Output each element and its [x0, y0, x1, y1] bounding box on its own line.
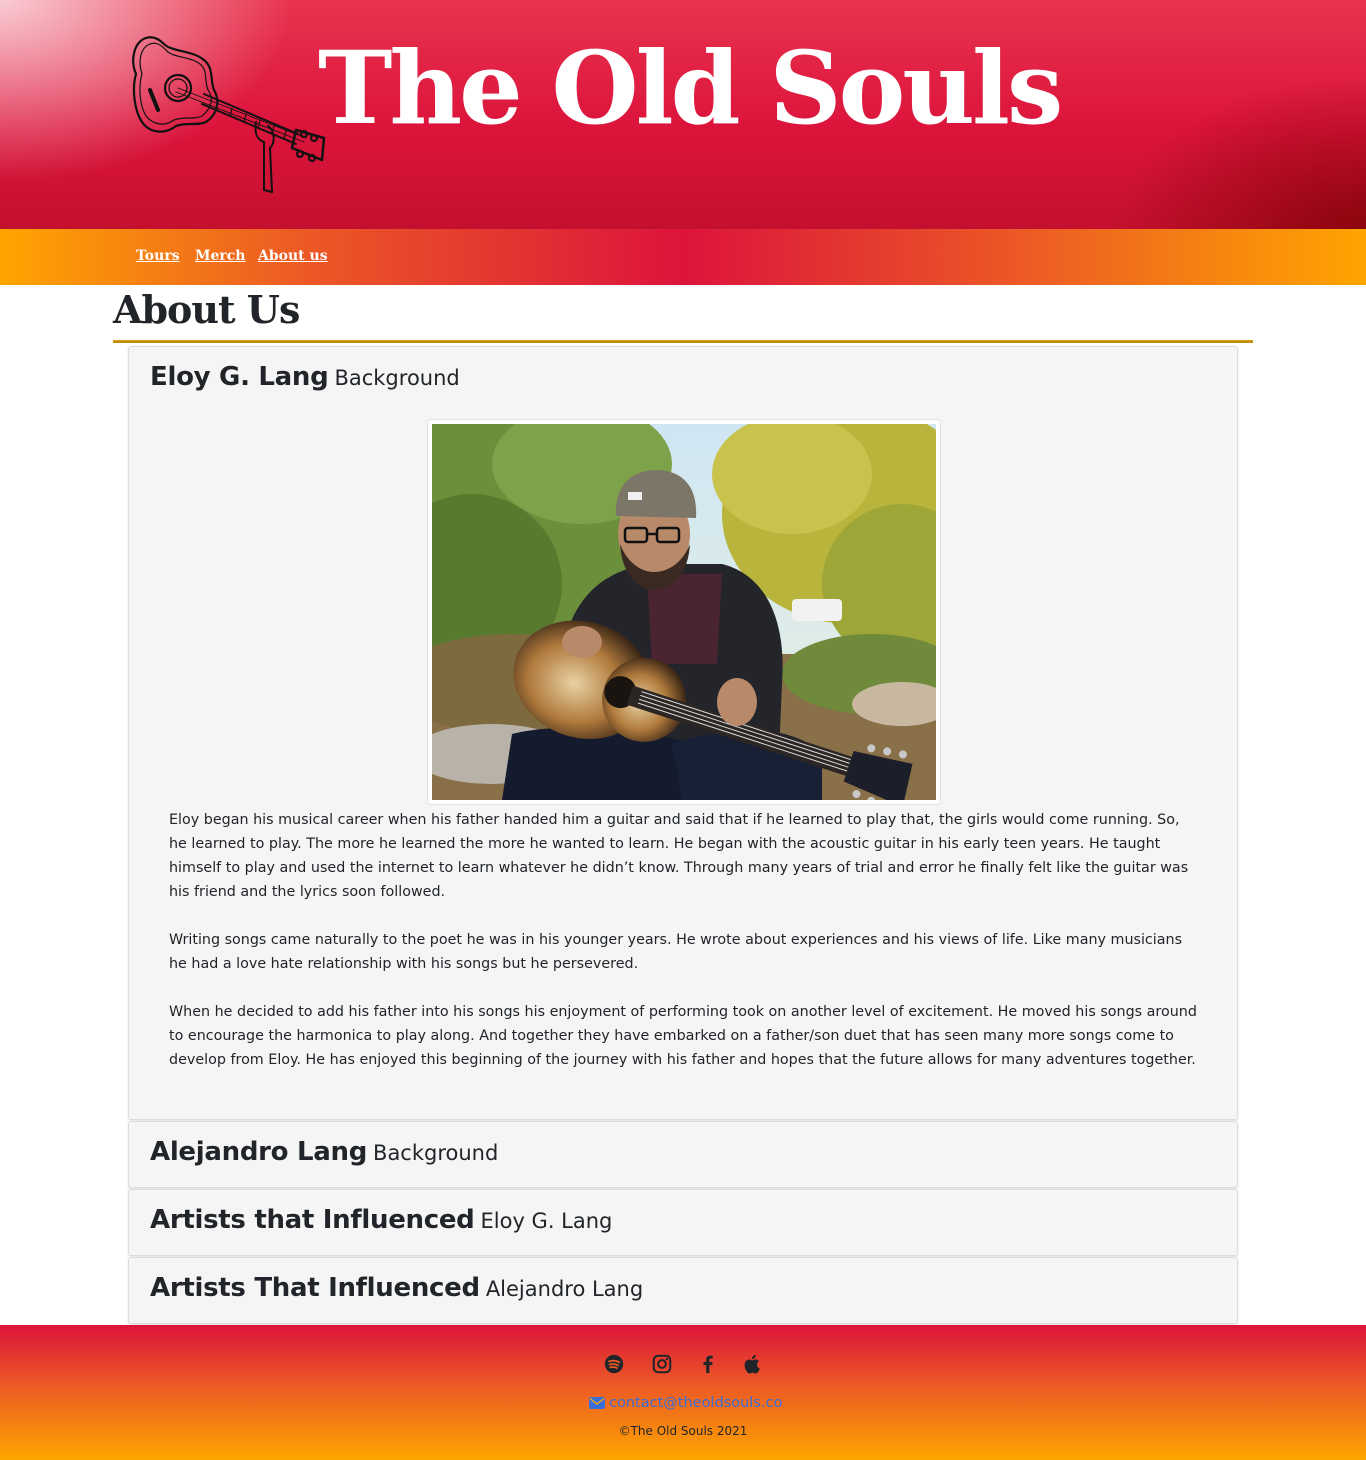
panel-subtitle: Background [373, 1141, 499, 1165]
heading-divider [113, 340, 1253, 343]
panel-subtitle: Eloy G. Lang [480, 1209, 613, 1233]
envelope-icon [589, 1397, 605, 1409]
main-nav: Tours Merch About us [0, 229, 1366, 285]
acoustic-guitar-icon[interactable] [128, 30, 328, 196]
panel-subtitle: Alejandro Lang [485, 1277, 644, 1301]
bio-paragraph: When he decided to add his father into h… [169, 1004, 1197, 1068]
bio-paragraph: Writing songs came naturally to the poet… [169, 932, 1183, 972]
accordion-header-alejandro-influences[interactable]: Artists That Influenced Alejandro Lang [150, 1272, 643, 1305]
accordion-header-eloy-background[interactable]: Eloy G. Lang Background [150, 361, 460, 394]
panel-subtitle: Background [334, 366, 460, 390]
nav-link-tours[interactable]: Tours [136, 248, 180, 264]
instagram-icon[interactable] [651, 1353, 673, 1375]
spotify-icon[interactable] [603, 1353, 625, 1375]
apple-icon[interactable] [742, 1353, 764, 1375]
accordion-panel-alejandro-influences: Artists That Influenced Alejandro Lang [128, 1257, 1238, 1324]
page-title: About Us [113, 287, 300, 332]
site-title: The Old Souls [318, 29, 1063, 147]
facebook-icon[interactable] [697, 1353, 719, 1375]
panel-title: Eloy G. Lang [150, 362, 329, 392]
contact-email: contact@theoldsouls.co [589, 1393, 782, 1413]
nav-link-merch[interactable]: Merch [195, 248, 245, 264]
man-with-acoustic-guitar-photo [432, 424, 936, 800]
eloy-photo [427, 419, 941, 805]
accordion-header-eloy-influences[interactable]: Artists that Influenced Eloy G. Lang [150, 1204, 612, 1237]
accordion-panel-eloy-background: Eloy G. Lang Background Eloy began his m… [128, 346, 1238, 1120]
copyright-text: ©The Old Souls 2021 [618, 1424, 748, 1438]
panel-title: Alejandro Lang [150, 1137, 368, 1167]
accordion-panel-alejandro-background: Alejandro Lang Background [128, 1121, 1238, 1188]
accordion-panel-eloy-influences: Artists that Influenced Eloy G. Lang [128, 1189, 1238, 1256]
panel-title: Artists that Influenced [150, 1205, 475, 1235]
site-footer: contact@theoldsouls.co ©The Old Souls 20… [0, 1325, 1366, 1460]
bio-paragraph: Eloy began his musical career when his f… [169, 812, 1189, 900]
nav-link-about-us[interactable]: About us [258, 248, 328, 264]
email-link[interactable]: contact@theoldsouls.co [609, 1395, 782, 1411]
site-header: The Old Souls [0, 0, 1366, 229]
panel-title: Artists That Influenced [150, 1273, 480, 1303]
accordion-header-alejandro-background[interactable]: Alejandro Lang Background [150, 1136, 498, 1169]
